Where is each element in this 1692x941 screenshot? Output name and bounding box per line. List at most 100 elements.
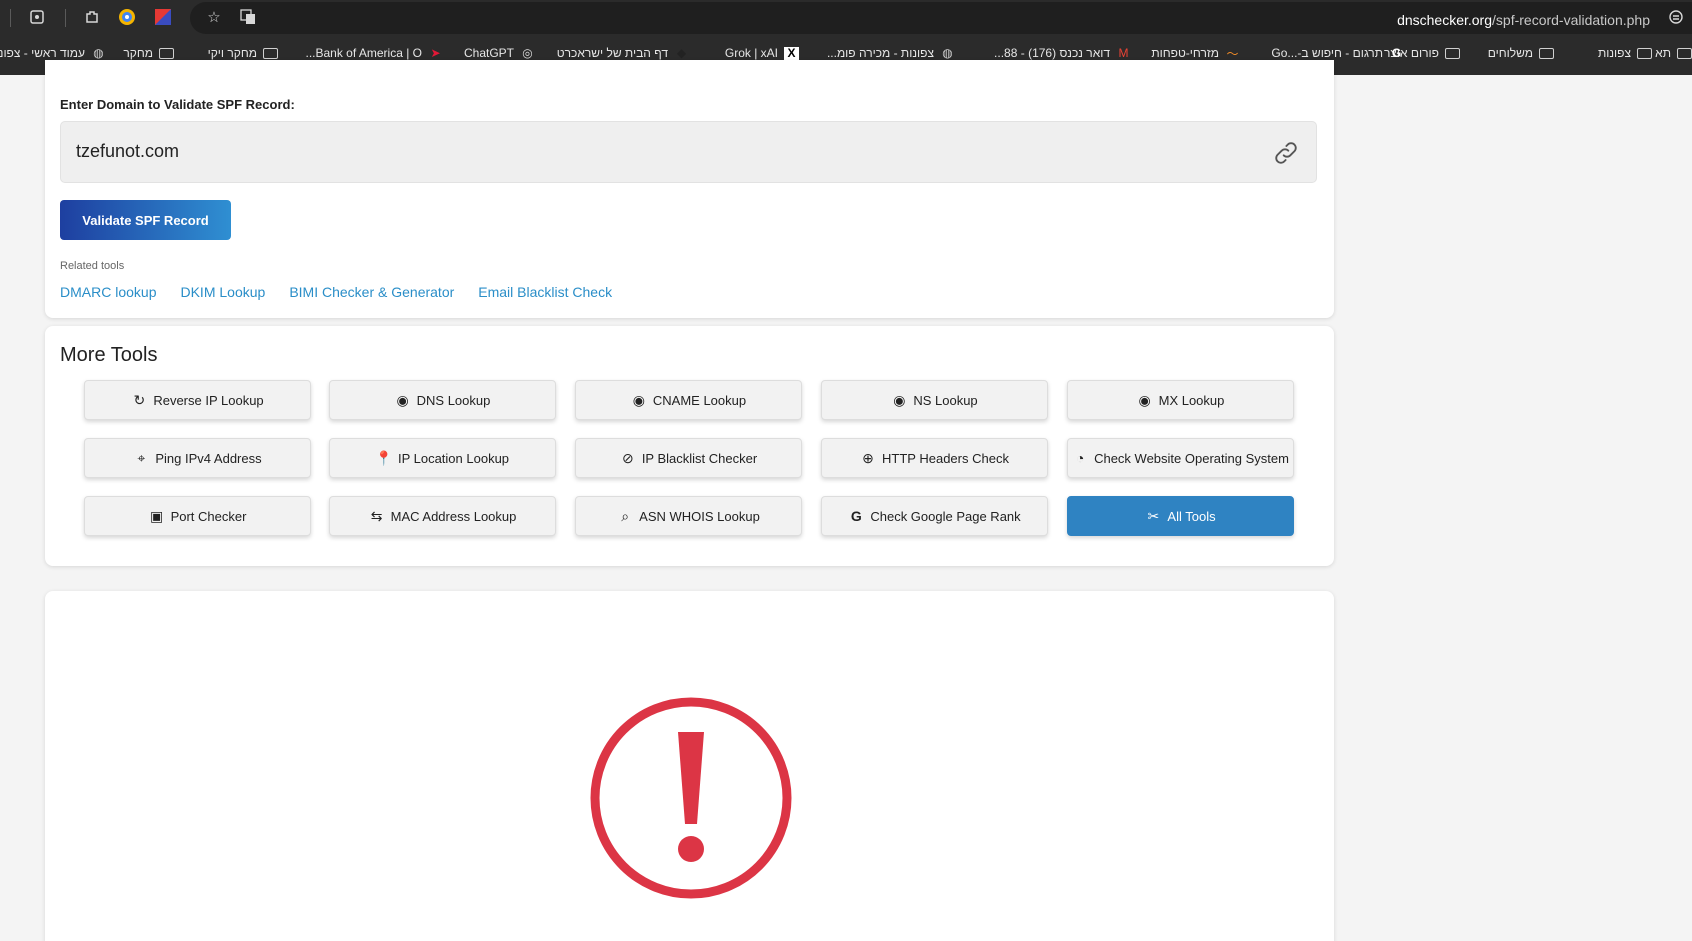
bookmark-item[interactable]: מחקר [123,46,174,60]
validate-spf-button[interactable]: Validate SPF Record [60,200,231,240]
spf-form-card: Enter Domain to Validate SPF Record: tze… [45,60,1334,318]
bookmark-label: צפונות - מכירה פומ... [826,46,934,60]
related-link-dkim[interactable]: DKIM Lookup [180,284,265,300]
google-icon: G [1391,46,1402,60]
mac-icon: ⇆ [370,507,383,524]
folder-icon [1637,47,1652,60]
bookmark-item[interactable]: תא [1655,46,1692,60]
bookmark-item[interactable]: ◍ עמוד ראשי - צפונות... [0,46,106,60]
tool-button-ip-blacklist-checker[interactable]: ⊘ IP Blacklist Checker [575,438,802,478]
tool-button-label: HTTP Headers Check [882,450,1009,466]
extension-colorful-icon[interactable] [117,7,137,27]
folder-icon [1539,47,1554,60]
bookmark-item[interactable]: ◎ ChatGPT [464,46,535,60]
bookmark-item[interactable]: ➤ Bank of America | O... [305,46,443,60]
os-icon: ◔ [1075,450,1085,466]
bank-icon: 〜 [1226,46,1239,61]
folder-icon [1445,47,1460,60]
tool-button-ip-location-lookup[interactable]: 📍 IP Location Lookup [329,438,556,478]
isracard-icon: ◆ [676,46,687,60]
tool-button-cname-lookup[interactable]: ◉ CNAME Lookup [575,380,802,420]
tool-button-all-tools[interactable]: ✂ All Tools [1067,496,1294,536]
refresh-icon: ↻ [133,391,146,408]
address-bar[interactable]: ☆ dnschecker.org/spf-record-validation.p… [190,2,1692,34]
domain-label: Enter Domain to Validate SPF Record: [60,97,295,112]
tool-button-http-headers-check[interactable]: ⊕ HTTP Headers Check [821,438,1048,478]
bookmark-label: Bank of America | O... [305,46,422,60]
tool-button-mx-lookup[interactable]: ◉ MX Lookup [1067,380,1294,420]
more-tools-card: More Tools ↻ Reverse IP Lookup ◉ DNS Lookup… [45,326,1334,566]
extension-flag-icon[interactable] [153,7,173,27]
pin-outline-icon: ⌖ [137,449,146,466]
bookmark-item[interactable]: צפונות [1598,46,1652,60]
google-icon: G [850,508,862,524]
related-link-dmarc[interactable]: DMARC lookup [60,284,156,300]
related-tools-title: Related tools [60,260,125,272]
tool-button-mac-address-lookup[interactable]: ⇆ MAC Address Lookup [329,496,556,536]
gmail-icon: M [1118,46,1129,60]
port-icon: ▣ [149,507,164,524]
url-text[interactable]: dnschecker.org/spf-record-validation.php [1397,12,1650,28]
tool-button-label: CNAME Lookup [652,392,747,408]
alert-icon [590,697,792,899]
domain-input[interactable]: tzefunot.com [60,121,1317,183]
tool-button-label: Ping IPv4 Address [155,450,262,466]
bookmark-label: תרגום - חיפוש ב-...Go [1271,46,1383,60]
globe-icon: ⊕ [862,449,874,466]
tool-button-label: Check Website Operating System [1094,450,1289,466]
translate-icon[interactable] [238,7,258,27]
bookmark-label: Grok | xAI [724,46,778,60]
pin-icon: 📍 [375,449,393,466]
bookmark-item[interactable]: 〜 מזרחי-טפחות [1151,46,1240,61]
bookmark-item[interactable]: מחקר ויקי [208,46,278,60]
bookmark-label: מזרחי-טפחות [1151,46,1219,60]
folder-icon [1677,47,1692,60]
tool-button-label: MAC Address Lookup [390,508,517,524]
bookmark-label: מחקר [123,46,153,60]
tool-button-ping-ipv4-address[interactable]: ⌖ Ping IPv4 Address [84,438,311,478]
bookmark-item[interactable]: G תרגום - חיפוש ב-...Go [1271,46,1404,60]
dns-icon: ◉ [396,391,409,408]
tool-button-label: NS Lookup [913,392,978,408]
related-link-bimi[interactable]: BIMI Checker & Generator [289,284,454,300]
bookmark-label: ChatGPT [463,46,514,60]
link-icon[interactable] [1272,139,1300,167]
tool-button-label: Reverse IP Lookup [153,392,264,408]
boa-icon: ➤ [430,46,441,60]
bookmark-item[interactable]: M דואר נכנס (176) - 88... [994,46,1131,60]
folder-icon [263,47,278,60]
tool-button-dns-lookup[interactable]: ◉ DNS Lookup [329,380,556,420]
toolbar-separator [10,9,11,27]
tool-button-label: Check Google Page Rank [870,508,1021,524]
bookmark-item[interactable]: משלוחים [1488,46,1554,60]
globe-icon: ◍ [93,46,104,60]
tool-button-check-website-operating-system[interactable]: ◔ Check Website Operating System [1067,438,1294,478]
bookmark-label: מחקר ויקי [207,46,257,60]
bookmark-label: משלוחים [1487,46,1533,60]
tool-button-label: DNS Lookup [416,392,491,408]
bookmark-item[interactable]: ◍ צפונות - מכירה פומ... [827,46,955,60]
tool-button-check-google-page-rank[interactable]: G Check Google Page Rank [821,496,1048,536]
tools-icon: ✂ [1147,507,1160,524]
related-link-email-blacklist[interactable]: Email Blacklist Check [478,284,612,300]
globe-icon: ◍ [942,46,953,60]
bookmark-item[interactable]: X Grok | xAI [725,46,799,60]
dns-icon: ◉ [893,391,906,408]
tool-button-ns-lookup[interactable]: ◉ NS Lookup [821,380,1048,420]
more-tools-title: More Tools [60,344,158,366]
tool-button-asn-whois-lookup[interactable]: ⌕ ASN WHOIS Lookup [575,496,802,536]
tool-button-label: IP Blacklist Checker [641,450,758,466]
screenshot-icon[interactable] [27,7,47,27]
bookmark-star-icon[interactable]: ☆ [204,7,224,27]
extensions-icon[interactable] [82,7,102,27]
url-host: dnschecker.org [1397,12,1493,28]
tool-button-label: ASN WHOIS Lookup [639,508,760,524]
bookmark-item[interactable]: ◆ דף הבית של ישראכרט [557,46,689,60]
tool-button-port-checker[interactable]: ▣ Port Checker [84,496,311,536]
tool-button-reverse-ip-lookup[interactable]: ↻ Reverse IP Lookup [84,380,311,420]
site-settings-icon[interactable] [1666,7,1686,27]
url-path: /spf-record-validation.php [1492,12,1650,28]
bookmark-label: צפונות [1597,46,1631,60]
bookmark-label: תא [1655,46,1671,60]
tool-button-label: IP Location Lookup [397,450,510,466]
